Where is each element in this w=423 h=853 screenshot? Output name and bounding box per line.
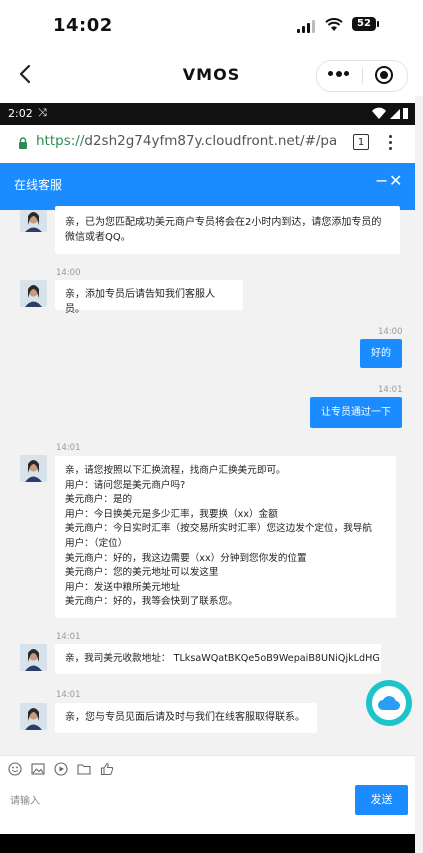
image-icon[interactable] — [31, 762, 45, 776]
tabs-count-icon[interactable]: 1 — [353, 134, 369, 150]
message-bubble-agent: 亲，我司美元收款地址： TLksaWQatBKQe5oB9WepaiB8UNiQ… — [55, 644, 381, 674]
message-bubble-agent: 亲，您与专员见面后请及时与我们在线客服取得联系。 — [55, 703, 317, 733]
android-status-icons — [372, 107, 408, 119]
emoji-icon[interactable] — [8, 762, 22, 776]
url-host: d2sh2g74yfm87y.cloudfront.net/#/pages/ho… — [84, 133, 336, 149]
close-miniapp-icon[interactable] — [375, 66, 393, 84]
cellular-signal-icon — [297, 20, 317, 33]
message-timestamp: 14:01 — [56, 632, 81, 642]
chat-header — [0, 163, 415, 210]
send-button[interactable]: 发送 — [355, 785, 408, 815]
agent-avatar — [20, 210, 47, 232]
thumbs-up-icon[interactable] — [100, 762, 114, 776]
android-clock: 2:02 — [8, 107, 33, 120]
message-bubble-agent: 亲，已为您匹配成功美元商户专员将会在2小时内到达，请您添加专员的微信或者QQ。 — [55, 206, 400, 254]
url-field[interactable]: https://d2sh2g74yfm87y.cloudfront.net/#/… — [36, 133, 336, 149]
capsule-divider — [362, 67, 363, 84]
url-scheme: https:// — [36, 133, 85, 149]
close-button[interactable]: ✕ — [389, 171, 402, 190]
message-timestamp: 14:00 — [378, 327, 403, 337]
agent-avatar — [20, 644, 47, 671]
agent-avatar — [20, 280, 47, 307]
more-icon[interactable] — [328, 70, 350, 77]
message-timestamp: 14:00 — [56, 268, 81, 278]
message-timestamp: 14:01 — [56, 443, 81, 453]
minimize-button[interactable]: − — [375, 171, 388, 190]
message-input[interactable] — [8, 785, 342, 817]
ios-clock: 14:02 — [53, 15, 113, 36]
browser-menu-icon[interactable] — [389, 134, 393, 152]
android-status-bar — [0, 103, 415, 125]
folder-icon[interactable] — [77, 762, 91, 776]
video-icon[interactable] — [54, 762, 68, 776]
shuffle-icon: ⤨ — [38, 106, 47, 119]
message-timestamp: 14:01 — [378, 385, 403, 395]
message-bubble-agent: 亲，添加专员后请告知我们客服人员。 — [55, 280, 243, 315]
message-input-container — [0, 783, 350, 817]
chat-title: 在线客服 — [14, 178, 63, 192]
bottom-bar — [0, 834, 415, 853]
message-timestamp: 14:01 — [56, 690, 81, 700]
agent-avatar — [20, 703, 47, 730]
message-bubble-user: 让专员通过一下 — [310, 397, 402, 428]
cloud-icon — [378, 696, 401, 711]
lock-icon — [19, 137, 27, 149]
message-bubble-agent: 亲，请您按照以下汇换流程，找商户汇换美元即可。 用户：请问您是美元商户吗? 美元… — [55, 456, 396, 618]
wifi-icon — [325, 18, 343, 31]
message-bubble-user: 好的 — [360, 339, 402, 368]
agent-avatar — [20, 455, 47, 482]
battery-icon: 52 — [352, 17, 376, 31]
side-strip — [415, 96, 423, 853]
battery-tip — [377, 21, 379, 27]
